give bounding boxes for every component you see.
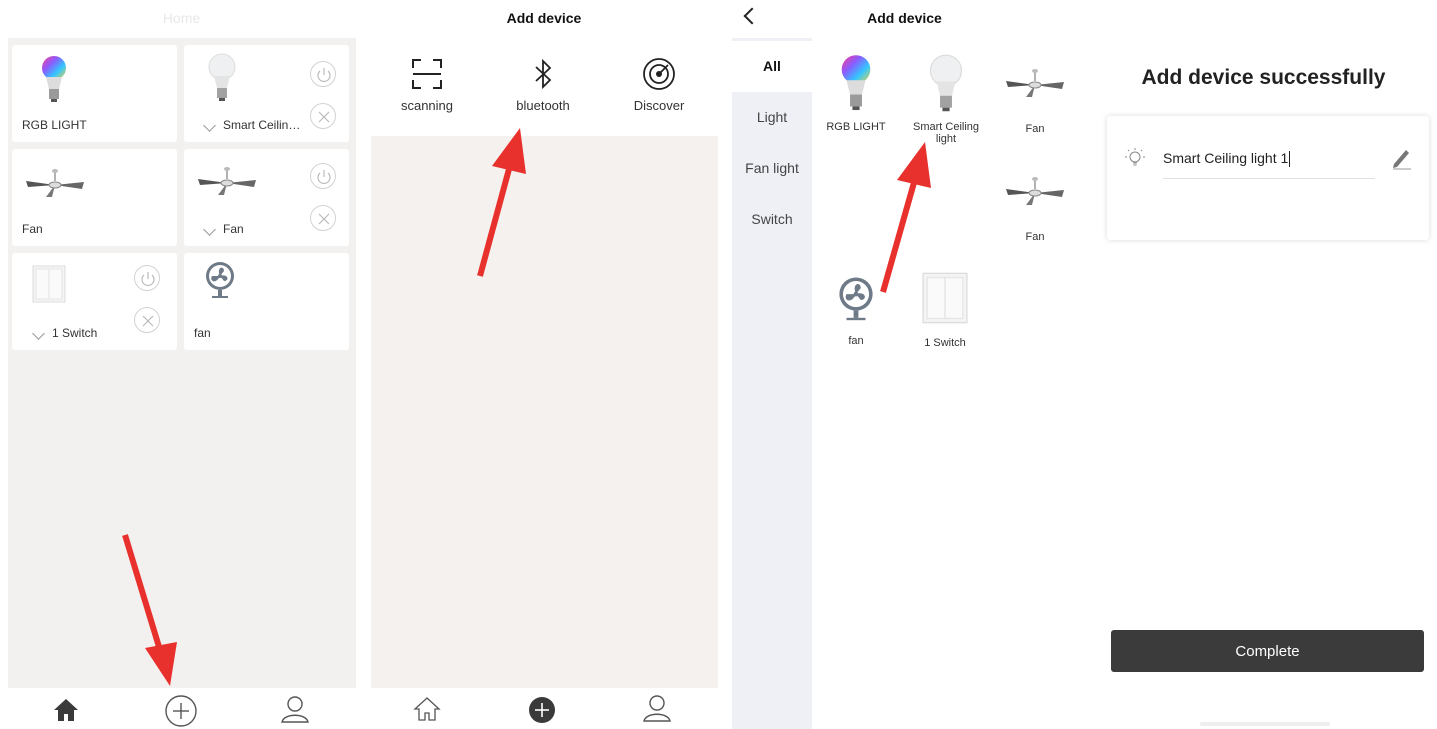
page-title: Add device [506, 10, 582, 26]
home-icon[interactable] [413, 696, 441, 722]
profile-icon[interactable] [280, 694, 310, 724]
remove-button[interactable] [310, 103, 336, 129]
device-label: Smart Ceilin… [223, 118, 301, 132]
bulb-icon [929, 54, 963, 112]
chevron-down-icon[interactable] [203, 119, 216, 132]
home-indicator [1200, 722, 1330, 726]
page-title: Add device [867, 10, 942, 26]
device-card-fan[interactable]: Fan [12, 149, 177, 246]
option-scanning[interactable]: scanning [377, 56, 477, 113]
device-name-card: Smart Ceiling light 1 [1107, 116, 1429, 240]
bottom-tab-bar [0, 688, 363, 729]
category-sidebar: All Light Fan light Switch [732, 38, 812, 729]
device-tile-fan-2[interactable]: Fan [995, 172, 1075, 243]
device-label: RGB LIGHT [826, 121, 886, 133]
category-light[interactable]: Light [732, 92, 812, 143]
add-success-screen: Add device successfully Smart Ceiling li… [1090, 0, 1437, 729]
close-icon [318, 111, 330, 123]
power-icon [317, 170, 331, 184]
device-results-area [371, 136, 718, 688]
device-card-smart-ceiling[interactable]: Smart Ceilin… [184, 45, 349, 142]
category-fan-light[interactable]: Fan light [732, 143, 812, 194]
rgb-bulb-icon [841, 55, 871, 111]
device-label: Fan [223, 222, 244, 236]
device-label: 1 Switch [924, 337, 966, 349]
add-device-options-screen: Add device scanning bluetooth Discover [363, 0, 725, 729]
add-icon[interactable] [528, 696, 556, 724]
option-label: Discover [633, 98, 685, 113]
device-card-rgb-light[interactable]: RGB LIGHT [12, 45, 177, 142]
stand-fan-icon [839, 277, 873, 321]
chevron-down-icon[interactable] [32, 327, 45, 340]
ceiling-fan-icon [198, 167, 256, 195]
option-bluetooth[interactable]: bluetooth [493, 56, 593, 113]
rgb-bulb-icon [42, 56, 66, 102]
close-icon [142, 315, 154, 327]
device-tile-stand-fan[interactable]: fan [816, 270, 896, 347]
page-title: Home [162, 10, 201, 26]
device-name-value: Smart Ceiling light 1 [1163, 150, 1289, 166]
profile-icon[interactable] [642, 693, 672, 723]
bottom-tab-bar [363, 688, 725, 729]
category-all[interactable]: All [732, 41, 812, 92]
device-label: Smart Ceiling light [912, 121, 980, 145]
category-switch[interactable]: Switch [732, 194, 812, 245]
remove-button[interactable] [134, 307, 160, 333]
home-screen: Home RGB LIGHT Smart Ceilin… Fan Fan 1 S… [0, 0, 363, 729]
stand-fan-icon [206, 262, 234, 298]
scan-icon [412, 59, 442, 89]
close-icon [318, 213, 330, 225]
device-label: Fan [1025, 123, 1045, 135]
device-grid: RGB LIGHT Smart Ceilin… Fan Fan 1 Switch… [8, 38, 356, 688]
radar-icon [643, 58, 675, 90]
add-device-catalog-screen: Add device All Light Fan light Switch RG… [732, 0, 1085, 729]
power-icon [317, 68, 331, 82]
device-tile-fan[interactable]: Fan [995, 64, 1075, 135]
device-tile-switch[interactable]: 1 Switch [905, 272, 985, 349]
option-label: bluetooth [516, 98, 570, 113]
ceiling-fan-icon [26, 169, 84, 197]
device-tile-rgb-light[interactable]: RGB LIGHT [816, 54, 896, 133]
device-card-stand-fan[interactable]: fan [184, 253, 349, 350]
edit-pencil-icon[interactable] [1390, 146, 1412, 170]
page-title: Add device successfully [1141, 66, 1386, 89]
ceiling-fan-icon [1006, 69, 1064, 97]
power-button[interactable] [310, 61, 336, 87]
power-icon [141, 272, 155, 286]
home-icon[interactable] [53, 698, 79, 722]
chevron-down-icon[interactable] [203, 223, 216, 236]
bulb-icon [208, 53, 236, 101]
bluetooth-icon [535, 58, 552, 90]
device-card-fan-2[interactable]: Fan [184, 149, 349, 246]
device-label: Fan [1025, 231, 1045, 243]
text-caret [1289, 151, 1291, 168]
ceiling-fan-icon [1006, 177, 1064, 205]
remove-button[interactable] [310, 205, 336, 231]
device-tile-smart-ceiling-light[interactable]: Smart Ceiling light [906, 54, 986, 145]
add-icon[interactable] [164, 694, 198, 728]
device-name-field[interactable]: Smart Ceiling light 1 [1163, 150, 1291, 168]
device-label: fan [848, 335, 864, 347]
device-label: fan [194, 326, 211, 340]
device-label: Fan [22, 222, 43, 236]
complete-button[interactable]: Complete [1111, 630, 1424, 672]
power-button[interactable] [134, 265, 160, 291]
device-card-switch[interactable]: 1 Switch [12, 253, 177, 350]
power-button[interactable] [310, 163, 336, 189]
input-underline [1163, 178, 1375, 179]
wall-switch-icon [32, 265, 66, 303]
lightbulb-icon [1125, 148, 1145, 166]
device-label: 1 Switch [52, 326, 98, 340]
option-discover[interactable]: Discover [609, 56, 709, 113]
wall-switch-icon [922, 272, 968, 324]
option-label: scanning [400, 98, 454, 113]
device-label: RGB LIGHT [22, 118, 87, 132]
